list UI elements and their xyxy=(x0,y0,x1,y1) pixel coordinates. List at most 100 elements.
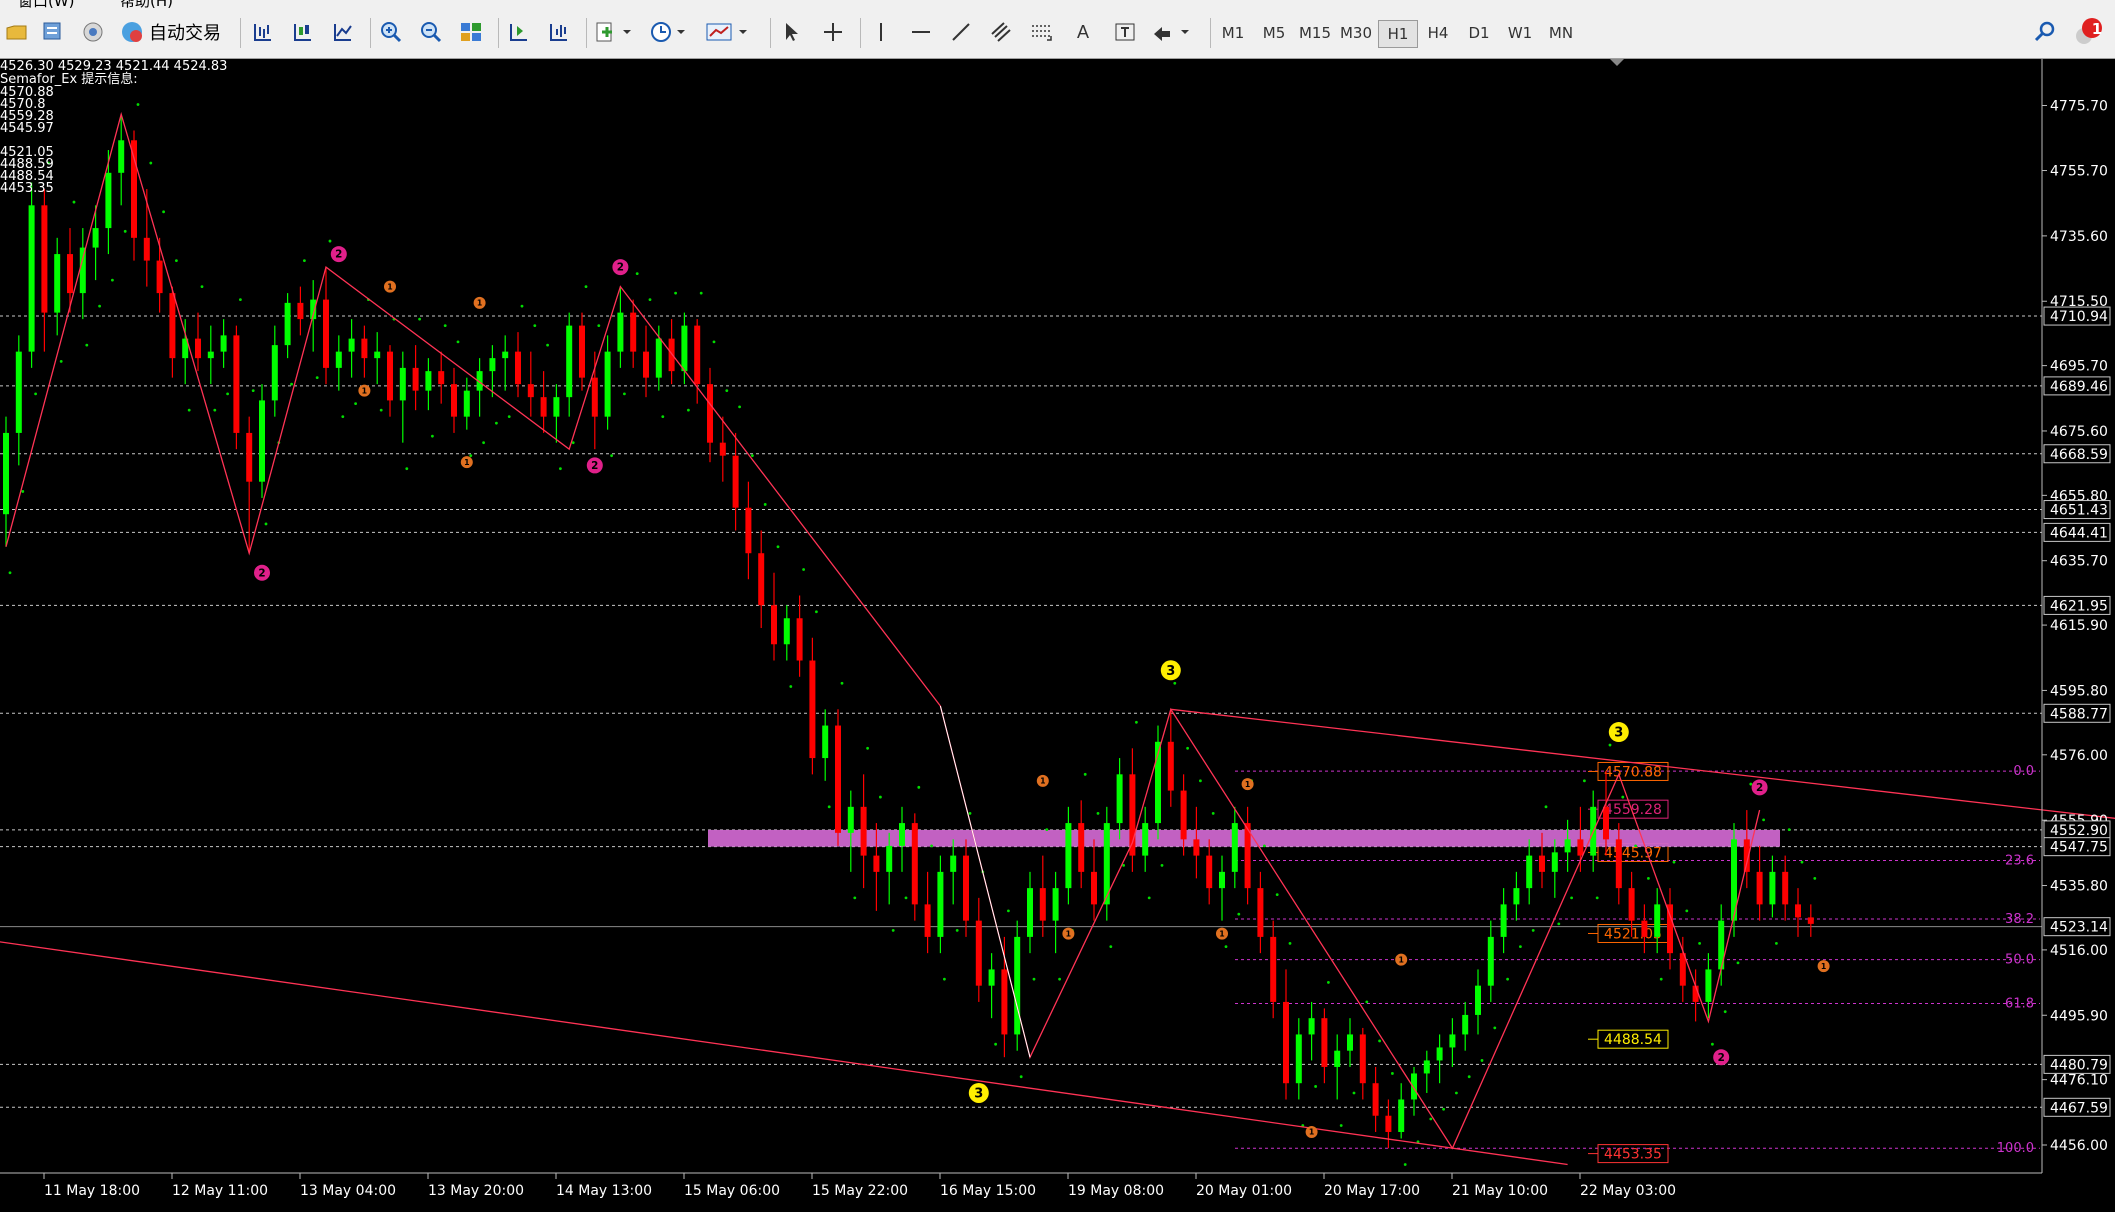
candle xyxy=(1487,920,1494,1002)
candle-body xyxy=(719,442,726,456)
candle-body xyxy=(207,351,214,359)
timeframe-m1[interactable]: M1 xyxy=(1214,20,1252,46)
candle-body xyxy=(1180,790,1187,840)
timeframe-m30[interactable]: M30 xyxy=(1337,20,1375,46)
candle-body xyxy=(451,384,457,417)
sar-dot xyxy=(1506,977,1509,981)
sar-dot xyxy=(1352,1091,1356,1095)
autotrade-button[interactable]: 自动交易 xyxy=(120,16,221,48)
candle xyxy=(527,351,534,417)
sar-dot xyxy=(891,928,895,932)
autoscroll-icon[interactable] xyxy=(504,17,534,47)
sar-dot xyxy=(123,229,127,233)
price-axis-label: 4635.70 xyxy=(2050,554,2108,570)
zoom-out-icon[interactable] xyxy=(416,17,446,47)
candle xyxy=(156,237,163,313)
search-icon[interactable] xyxy=(2030,17,2060,47)
profiles-icon[interactable] xyxy=(38,17,68,47)
timeframe-h4[interactable]: H4 xyxy=(1419,20,1457,46)
menu-help[interactable]: 帮助(H) xyxy=(120,0,173,8)
timeframe-d1[interactable]: D1 xyxy=(1460,20,1498,46)
market-watch-icon[interactable] xyxy=(78,17,108,47)
candle-body xyxy=(425,371,432,391)
candle-body xyxy=(1462,1014,1469,1035)
tile-windows-icon[interactable] xyxy=(456,17,486,47)
candle-body xyxy=(809,660,816,759)
candle xyxy=(1321,1008,1328,1084)
periods-icon[interactable] xyxy=(648,17,694,47)
vertical-line-icon[interactable] xyxy=(866,17,896,47)
sar-dot xyxy=(1173,681,1177,685)
price-axis-label: 4615.90 xyxy=(2050,618,2108,634)
text-label-icon[interactable] xyxy=(1110,17,1140,47)
sar-dot xyxy=(405,467,409,471)
candle-body xyxy=(553,397,560,417)
sar-dot xyxy=(712,340,716,344)
candle-body xyxy=(1398,1099,1405,1132)
candle xyxy=(911,813,918,921)
candle-body xyxy=(924,904,931,937)
sar-dot xyxy=(1608,743,1612,747)
candle-body xyxy=(67,254,73,294)
candle-body xyxy=(527,384,534,398)
sar-dot xyxy=(431,434,434,438)
candle xyxy=(1551,839,1558,898)
candle xyxy=(1743,810,1750,889)
bar-chart-icon[interactable] xyxy=(248,17,278,47)
candle-body xyxy=(143,237,150,261)
candle-body xyxy=(387,351,393,401)
folder-icon[interactable] xyxy=(2,17,32,47)
timeframe-mn[interactable]: MN xyxy=(1542,20,1580,46)
templates-icon[interactable] xyxy=(704,17,754,47)
sar-dot xyxy=(175,259,178,262)
fibonacci-icon[interactable] xyxy=(1026,17,1056,47)
horizontal-line-icon[interactable] xyxy=(906,17,936,47)
candle-body xyxy=(259,400,265,482)
indicators-icon[interactable] xyxy=(592,17,638,47)
candle-body xyxy=(1603,806,1609,840)
candle xyxy=(15,335,22,466)
equidistant-channel-icon[interactable] xyxy=(986,17,1016,47)
candle xyxy=(233,325,240,450)
text-icon[interactable]: A xyxy=(1068,17,1098,47)
trendline-icon[interactable] xyxy=(946,17,976,47)
candle-body xyxy=(1795,904,1801,918)
candle-body xyxy=(745,507,752,554)
sar-dot xyxy=(1480,1059,1484,1062)
semafor-label: 2 xyxy=(617,262,624,274)
chart-shift-icon[interactable] xyxy=(544,17,574,47)
candle-body xyxy=(1206,855,1213,889)
timeframe-w1[interactable]: W1 xyxy=(1501,20,1539,46)
candle xyxy=(899,806,905,872)
cursor-icon[interactable] xyxy=(776,17,806,47)
zoom-in-icon[interactable] xyxy=(376,17,406,47)
candle xyxy=(348,319,355,378)
timeframe-h1[interactable]: H1 xyxy=(1378,20,1418,48)
price-chart[interactable]: 0.0 23.6 38.2 50.0 61.8 100.0 4570.88 4559.28 45… xyxy=(0,59,2115,1212)
chart-canvas[interactable]: 0.0 23.6 38.2 50.0 61.8 100.0 4570.88 4559.28 45… xyxy=(0,59,2115,1212)
menu-window[interactable]: 窗口(W) xyxy=(18,0,75,8)
notification-icon[interactable]: 1 xyxy=(2072,17,2104,47)
timeframe-m15[interactable]: M15 xyxy=(1296,20,1334,46)
semafor-marker: 1 xyxy=(1817,960,1830,973)
candlestick-icon[interactable] xyxy=(288,17,318,47)
semafor-label: 1 xyxy=(1821,962,1826,971)
arrows-icon[interactable] xyxy=(1150,17,1196,47)
sar-dot xyxy=(482,441,485,445)
semafor-marker: 2 xyxy=(1751,779,1768,796)
candle-body xyxy=(105,172,112,229)
candle-body xyxy=(169,293,176,359)
semafor-marker: 3 xyxy=(968,1082,989,1103)
sar-dot xyxy=(1186,746,1189,750)
sar-dot xyxy=(866,746,869,750)
line-chart-icon[interactable] xyxy=(328,17,358,47)
timeframe-m5[interactable]: M5 xyxy=(1255,20,1293,46)
semafor-label: 3 xyxy=(1166,664,1175,679)
candle xyxy=(54,237,61,336)
sar-dot xyxy=(1288,941,1292,945)
sar-dot xyxy=(597,324,601,328)
crosshair-icon[interactable] xyxy=(818,17,848,47)
price-axis-label: 4535.80 xyxy=(2050,879,2108,895)
price-tag-label: 4621.95 xyxy=(2050,598,2108,614)
candle-body xyxy=(950,855,957,872)
